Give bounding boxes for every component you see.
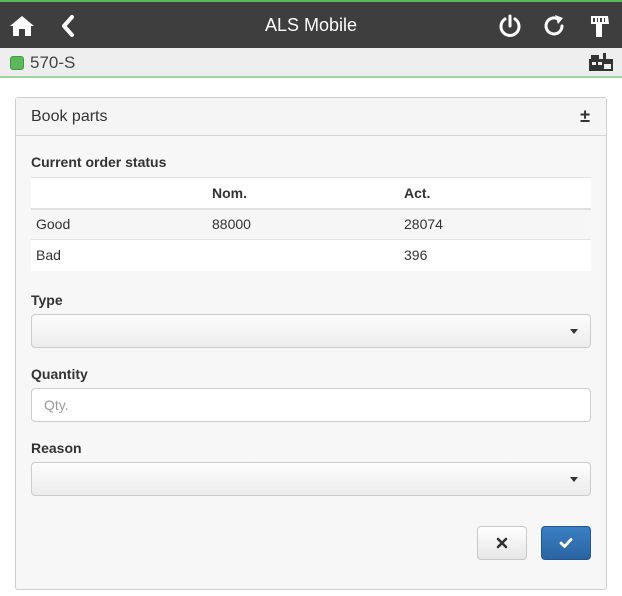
cancel-button[interactable] xyxy=(477,526,527,560)
type-select[interactable] xyxy=(31,314,591,348)
type-label: Type xyxy=(31,292,63,308)
quantity-input[interactable] xyxy=(31,388,591,422)
table-header-cell xyxy=(31,177,207,210)
status-bar: 570-S xyxy=(0,48,622,78)
table-header-cell: Nom. xyxy=(207,177,399,210)
check-icon xyxy=(559,538,573,548)
table-cell: 396 xyxy=(399,239,591,271)
expand-collapse-toggle[interactable]: ± xyxy=(580,106,590,127)
barcode-scanner-icon[interactable] xyxy=(586,12,614,40)
workplace-label: 570-S xyxy=(30,53,76,72)
machine-icon[interactable] xyxy=(588,52,614,74)
quantity-label: Quantity xyxy=(31,366,88,382)
refresh-icon[interactable] xyxy=(540,12,568,40)
panel-header: Book parts ± xyxy=(16,98,606,136)
table-cell: 88000 xyxy=(207,208,399,240)
reason-select[interactable] xyxy=(31,462,591,496)
caret-down-icon xyxy=(570,329,578,334)
close-icon xyxy=(496,537,508,549)
table-row: Bad 396 xyxy=(31,239,591,271)
order-status-table: Nom. Act. Good 88000 28074 Bad 396 xyxy=(31,177,591,271)
table-cell xyxy=(207,239,399,271)
confirm-button[interactable] xyxy=(541,526,591,560)
panel-title: Book parts xyxy=(31,108,108,125)
table-cell: 28074 xyxy=(399,208,591,240)
table-row: Good 88000 28074 xyxy=(31,208,591,240)
reason-label: Reason xyxy=(31,440,82,456)
power-icon[interactable] xyxy=(496,12,524,40)
table-header-cell: Act. xyxy=(399,177,591,210)
table-cell: Good xyxy=(31,208,207,240)
order-status-label: Current order status xyxy=(31,154,167,170)
top-navbar: ALS Mobile xyxy=(0,0,622,48)
status-led xyxy=(10,56,24,70)
caret-down-icon xyxy=(570,477,578,482)
table-header-row: Nom. Act. xyxy=(31,177,591,210)
table-cell: Bad xyxy=(31,239,207,271)
app-title: ALS Mobile xyxy=(264,15,358,35)
book-parts-panel: Book parts ± Current order status Nom. A… xyxy=(15,97,607,590)
